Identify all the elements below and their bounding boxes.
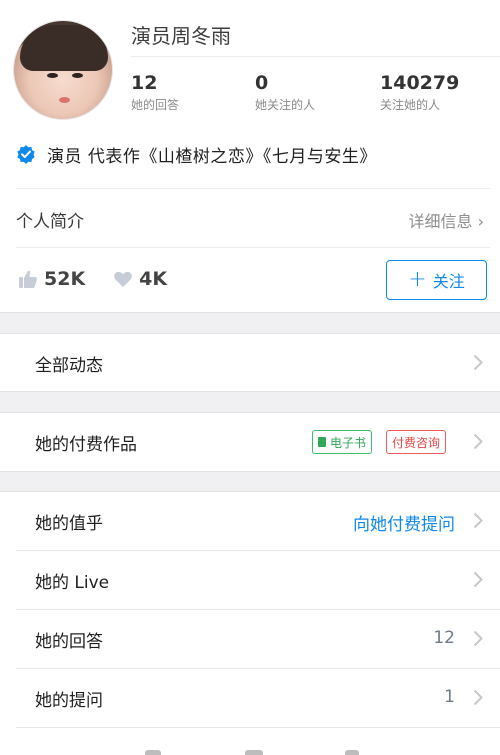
all-activity-label: 全部动态 [35, 356, 103, 376]
paid-works-row[interactable]: 她的付费作品 电子书 付费咨询 [0, 413, 500, 471]
zhi-row[interactable]: 她的值乎 向她付费提问 [0, 492, 500, 550]
chevron-right-icon [473, 512, 483, 529]
details-link[interactable]: 详细信息 › [409, 208, 485, 232]
stat-value: 12 [131, 72, 158, 94]
chevron-right-icon [473, 689, 483, 706]
chevron-right-icon [473, 630, 483, 647]
follow-button[interactable]: + 关注 [386, 260, 487, 300]
live-label: 她的 Live [35, 573, 110, 593]
stat-following[interactable]: 0 她关注的人 [255, 71, 315, 113]
questions-row[interactable]: 她的提问 1 [0, 669, 500, 727]
likes-count: 52K [44, 268, 86, 290]
consult-tag-label: 付费咨询 [392, 435, 441, 450]
stat-value: 140279 [380, 72, 460, 94]
chevron-right-icon [473, 571, 483, 588]
favorites-count: 4K [139, 268, 168, 290]
verification-info: 演员 代表作《山楂树之恋》《七月与安生》 [16, 142, 377, 167]
stat-label: 她关注的人 [255, 98, 316, 112]
stat-label: 她的回答 [131, 98, 180, 112]
questions-count: 1 [444, 687, 455, 707]
stat-answers[interactable]: 12 她的回答 [131, 71, 179, 113]
profile-name: 演员周冬雨 [131, 24, 231, 48]
answers-label: 她的回答 [35, 632, 103, 652]
consult-tag[interactable]: 付费咨询 [386, 430, 447, 454]
avatar[interactable] [13, 20, 113, 120]
live-row[interactable]: 她的 Live [0, 551, 500, 609]
stat-followers[interactable]: 140279 关注她的人 [380, 71, 459, 113]
stat-label: 关注她的人 [380, 98, 441, 112]
all-activity-row[interactable]: 全部动态 [0, 334, 500, 392]
stat-value: 0 [255, 72, 269, 94]
section-gap [0, 471, 500, 492]
divider [16, 727, 500, 728]
actions-row: 52K 4K + 关注 [0, 248, 500, 312]
intro-row[interactable]: 个人简介 详细信息 › [0, 189, 500, 247]
questions-label: 她的提问 [35, 691, 103, 711]
reactions: 52K 4K [18, 268, 195, 290]
ebook-tag[interactable]: 电子书 [312, 430, 373, 454]
intro-label: 个人简介 [16, 212, 84, 232]
paid-works-label: 她的付费作品 [35, 435, 137, 455]
section-gap [0, 312, 500, 334]
divider [131, 56, 500, 57]
section-gap [0, 391, 500, 413]
paid-question-link[interactable]: 向她付费提问 [353, 510, 455, 535]
ebook-icon [318, 437, 326, 447]
ebook-tag-label: 电子书 [330, 435, 367, 450]
zhi-label: 她的值乎 [35, 514, 103, 534]
chevron-right-icon [473, 354, 483, 371]
answers-row[interactable]: 她的回答 12 [0, 610, 500, 668]
thumbs-up-icon [19, 270, 37, 288]
plus-icon: + [408, 267, 427, 292]
verified-badge-icon [17, 145, 35, 164]
follow-label: 关注 [432, 272, 465, 291]
bottom-bar-partial [0, 744, 500, 755]
answers-count: 12 [433, 628, 455, 648]
heart-icon [114, 271, 132, 287]
profile-header: 演员周冬雨 12 她的回答 0 她关注的人 140279 关注她的人 演员 代表… [0, 0, 500, 188]
chevron-right-icon [473, 433, 483, 450]
verification-text: 演员 代表作《山楂树之恋》《七月与安生》 [47, 146, 377, 167]
